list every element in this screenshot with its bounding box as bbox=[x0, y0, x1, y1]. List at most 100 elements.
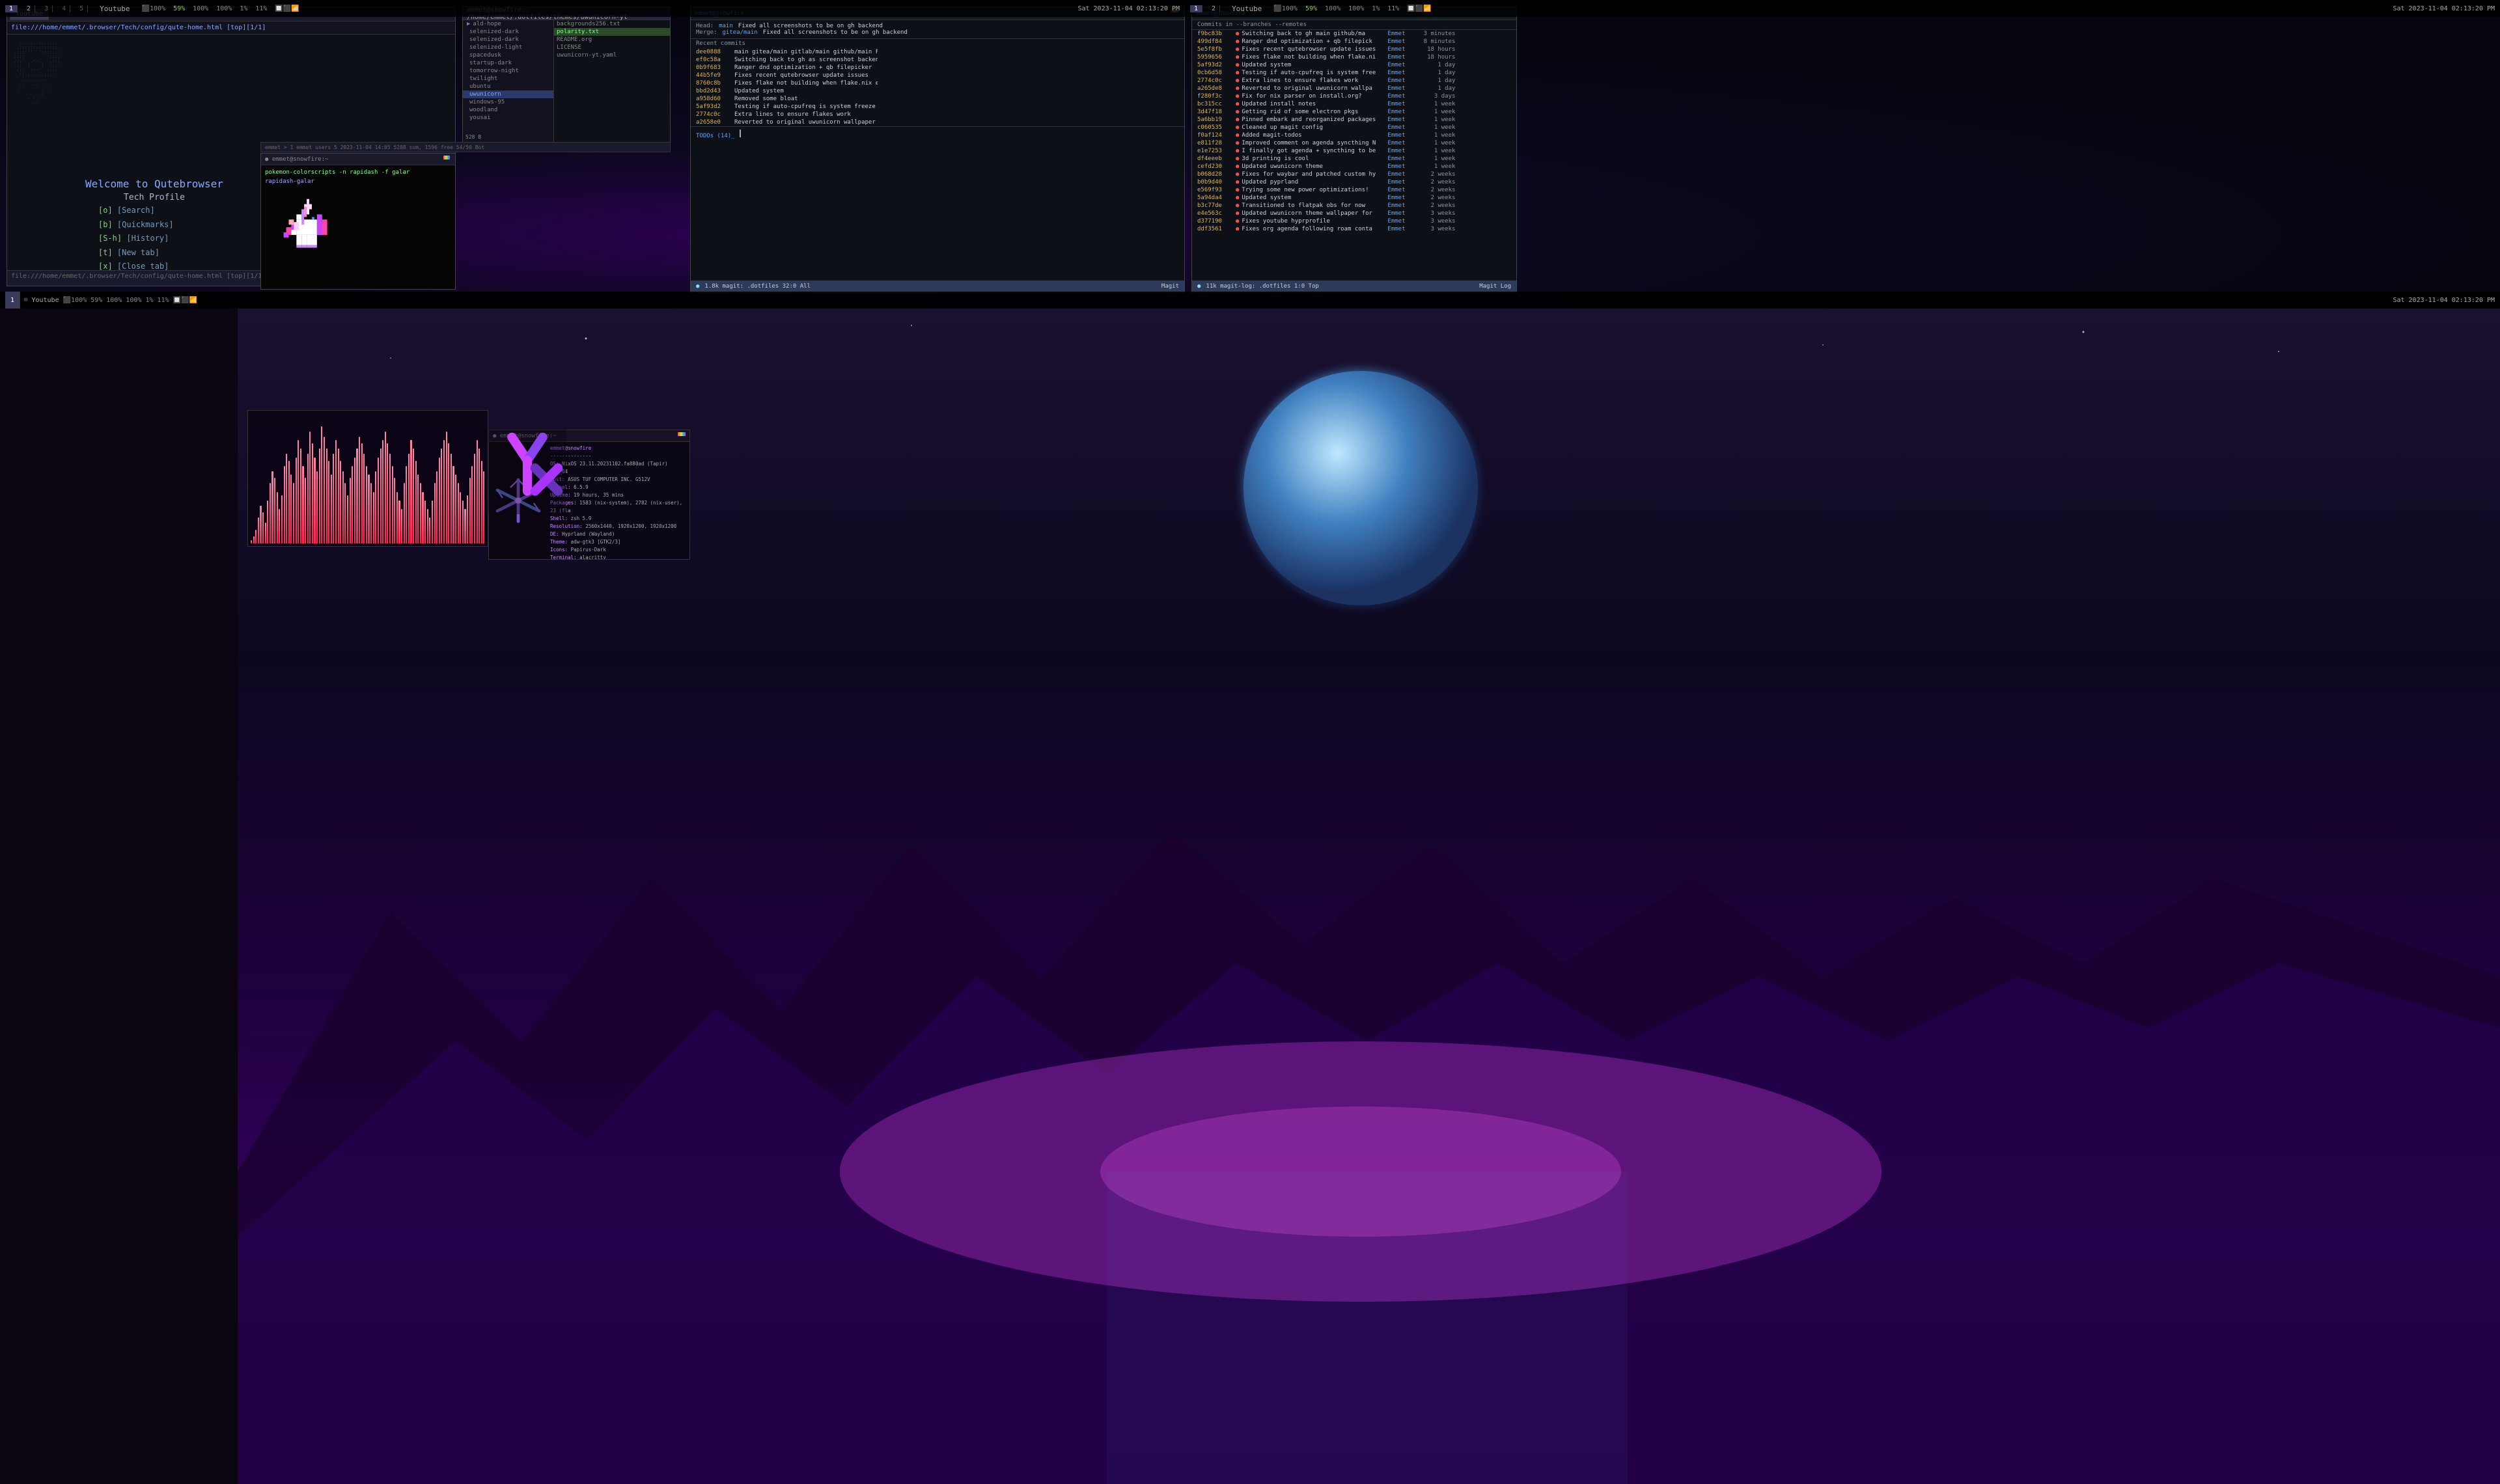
log-row[interactable]: c060535 ● Cleaned up magit config Emmet … bbox=[1192, 124, 1516, 131]
workspace-tag-5[interactable]: 5 bbox=[76, 5, 88, 12]
commit-row[interactable]: 44b5fe9 Fixes recent qutebrowser update … bbox=[691, 72, 1184, 79]
file-item[interactable]: LICENSE bbox=[554, 44, 670, 51]
log-row[interactable]: e569f93 ● Trying some new power optimiza… bbox=[1192, 186, 1516, 194]
log-author: Emmet bbox=[1387, 171, 1417, 178]
commit-row[interactable]: a2658e0 Reverted to original uwunicorn w… bbox=[691, 118, 1184, 126]
log-bullet: ● bbox=[1236, 140, 1239, 146]
file-item[interactable]: uwunicorn-yt.yaml bbox=[554, 51, 670, 59]
commit-row[interactable]: a958d60 Removed some bloat bbox=[691, 95, 1184, 103]
log-row[interactable]: 5a6bb19 ● Pinned embark and reorganized … bbox=[1192, 116, 1516, 124]
file-item[interactable]: README.org bbox=[554, 36, 670, 44]
vis-bar bbox=[335, 440, 337, 543]
log-row[interactable]: cefd230 ● Updated uwunicorn theme Emmet … bbox=[1192, 163, 1516, 171]
bottom-ws-tag[interactable]: 1 bbox=[5, 292, 20, 309]
url-bar[interactable]: file:///home/emmet/.browser/Tech/config/… bbox=[7, 21, 455, 34]
commit-row[interactable]: 5af93d2 Testing if auto-cpufreq is syste… bbox=[691, 103, 1184, 111]
vis-bar bbox=[255, 530, 257, 543]
log-row[interactable]: e4e563c ● Updated uwunicorn theme wallpa… bbox=[1192, 210, 1516, 217]
commit-row[interactable]: 2774c0c Extra lines to ensure flakes wor… bbox=[691, 111, 1184, 118]
log-msg: Ranger dnd optimization + qb filepick bbox=[1242, 38, 1385, 45]
folder-item[interactable]: tomorrow-night bbox=[463, 67, 553, 75]
taskbar-right: Sat 2023-11-04 02:13:20 PM bbox=[1077, 5, 1185, 12]
folder-item[interactable]: selenized-dark bbox=[463, 28, 553, 36]
commit-row[interactable]: 8760c8b Fixes flake not building when fl… bbox=[691, 79, 1184, 87]
log-row[interactable]: e811f28 ● Improved comment on agenda syn… bbox=[1192, 139, 1516, 147]
vis-bar bbox=[436, 471, 438, 543]
log-row[interactable]: a265de8 ● Reverted to original uwunicorn… bbox=[1192, 85, 1516, 92]
commits-label: Recent commits bbox=[696, 40, 745, 47]
workspace2-tag-1[interactable]: 1 bbox=[1190, 5, 1202, 12]
log-row[interactable]: 5a94da4 ● Updated system Emmet 2 weeks bbox=[1192, 194, 1516, 202]
log-bullet: ● bbox=[1236, 210, 1239, 217]
workspace-tag-1[interactable]: 1 bbox=[5, 5, 18, 12]
net-right: 1% bbox=[1372, 5, 1380, 12]
folder-item[interactable]: selenized-dark bbox=[463, 36, 553, 44]
log-author: Emmet bbox=[1387, 210, 1417, 217]
commit-list: dee0888 main gitea/main gitlab/main gith… bbox=[691, 48, 1184, 126]
file-item-selected[interactable]: polarity.txt bbox=[554, 28, 670, 36]
log-row[interactable]: b068d28 ● Fixes for waybar and patched c… bbox=[1192, 171, 1516, 178]
log-author: Emmet bbox=[1387, 218, 1417, 225]
folder-item[interactable]: spacedusk bbox=[463, 51, 553, 59]
commit-row[interactable]: bbd2d43 Updated system bbox=[691, 87, 1184, 95]
log-time: 1 week bbox=[1419, 163, 1455, 170]
folder-item[interactable]: woodland bbox=[463, 106, 553, 114]
log-row[interactable]: d377190 ● Fixes youtube hyprprofile Emme… bbox=[1192, 217, 1516, 225]
commit-row[interactable]: ef0c58a Switching back to gh as screensh… bbox=[691, 56, 1184, 64]
key-search: [o] bbox=[98, 206, 113, 215]
vis-bar bbox=[404, 483, 405, 543]
file-item[interactable]: backgrounds256.txt bbox=[554, 20, 670, 28]
log-row[interactable]: 5af93d2 ● Updated system Emmet 1 day bbox=[1192, 61, 1516, 69]
log-row[interactable]: e1e7253 ● I finally got agenda + syncthi… bbox=[1192, 147, 1516, 155]
log-row[interactable]: b0b9d40 ● Updated pyprland Emmet 2 weeks bbox=[1192, 178, 1516, 186]
log-row[interactable]: 5959656 ● Fixes flake not building when … bbox=[1192, 53, 1516, 61]
workspace-tag-4[interactable]: 4 bbox=[58, 5, 70, 12]
log-hash: cefd230 bbox=[1197, 163, 1233, 170]
log-hash: b068d28 bbox=[1197, 171, 1233, 178]
menu-quickmarks[interactable]: [b] [Quickmarks] bbox=[98, 218, 174, 232]
log-row[interactable]: 3d47f18 ● Getting rid of some electron p… bbox=[1192, 108, 1516, 116]
log-bullet: ● bbox=[1236, 62, 1239, 68]
log-bullet: ● bbox=[1236, 46, 1239, 53]
log-msg: Testing if auto-cpufreq is system free bbox=[1242, 70, 1385, 76]
active-app-title2: Youtube bbox=[1225, 5, 1268, 13]
log-author: Emmet bbox=[1387, 140, 1417, 146]
folder-item[interactable]: ubuntu bbox=[463, 83, 553, 90]
log-row[interactable]: ddf3561 ● Fixes org agenda following roa… bbox=[1192, 225, 1516, 233]
log-row[interactable]: f280f3c ● Fix for nix parser on install.… bbox=[1192, 92, 1516, 100]
log-row[interactable]: f9bc83b ● Switching back to gh main gith… bbox=[1192, 30, 1516, 38]
folder-item[interactable]: startup-dark bbox=[463, 59, 553, 67]
menu-newtab[interactable]: [t] [New tab] bbox=[98, 246, 174, 260]
folder-item[interactable]: twilight bbox=[463, 75, 553, 83]
commit-row[interactable]: dee0888 main gitea/main gitlab/main gith… bbox=[691, 48, 1184, 56]
log-row[interactable]: 5e5f8fb ● Fixes recent qutebrowser updat… bbox=[1192, 46, 1516, 53]
folder-item[interactable]: ▶ald-hope bbox=[463, 20, 553, 28]
workspace2-tag-2[interactable]: 2 bbox=[1208, 5, 1220, 12]
log-row[interactable]: df4eeeb ● 3d printing is cool Emmet 1 we… bbox=[1192, 155, 1516, 163]
log-row[interactable]: 0cb6d58 ● Testing if auto-cpufreq is sys… bbox=[1192, 69, 1516, 77]
menu-history[interactable]: [S-h] [History] bbox=[98, 232, 174, 246]
folder-item-selected[interactable]: uwunicorn bbox=[463, 90, 553, 98]
log-row[interactable]: bc315cc ● Updated install notes Emmet 1 … bbox=[1192, 100, 1516, 108]
folder-item[interactable]: windows-95 bbox=[463, 98, 553, 106]
commit-row[interactable]: 0b9f683 Ranger dnd optimization + qb fil… bbox=[691, 64, 1184, 72]
workspace-tag-2[interactable]: 2 bbox=[23, 5, 35, 12]
vis-bar bbox=[302, 466, 303, 543]
welcome-section: Welcome to Qutebrowser Tech Profile bbox=[85, 178, 223, 202]
log-row[interactable]: b3c77de ● Transitioned to flatpak obs fo… bbox=[1192, 202, 1516, 210]
log-author: Emmet bbox=[1387, 163, 1417, 170]
menu-search[interactable]: [o] [Search] bbox=[98, 204, 174, 218]
top-right-taskbar: 1 2 Youtube ⬛100% 59% 100% 100% 1% 11% 🔲… bbox=[1185, 0, 2500, 17]
folder-item[interactable]: selenized-light bbox=[463, 44, 553, 51]
visualizer-bars bbox=[248, 411, 488, 546]
info-os: OS: NixOS 23.11.20231102.fa880ad (Tapir)… bbox=[550, 460, 687, 476]
status-icons: 🔲⬛📶 bbox=[275, 5, 299, 12]
log-row[interactable]: 2774c0c ● Extra lines to ensure flakes w… bbox=[1192, 77, 1516, 85]
log-row[interactable]: 499df84 ● Ranger dnd optimization + qb f… bbox=[1192, 38, 1516, 46]
log-row[interactable]: f0af124 ● Added magit-todos Emmet 1 week bbox=[1192, 131, 1516, 139]
vis-bar bbox=[338, 448, 339, 543]
log-author: Emmet bbox=[1387, 46, 1417, 53]
folder-item[interactable]: yousai bbox=[463, 114, 553, 122]
vis-bar bbox=[420, 483, 421, 543]
workspace-tag-3[interactable]: 3 bbox=[40, 5, 53, 12]
